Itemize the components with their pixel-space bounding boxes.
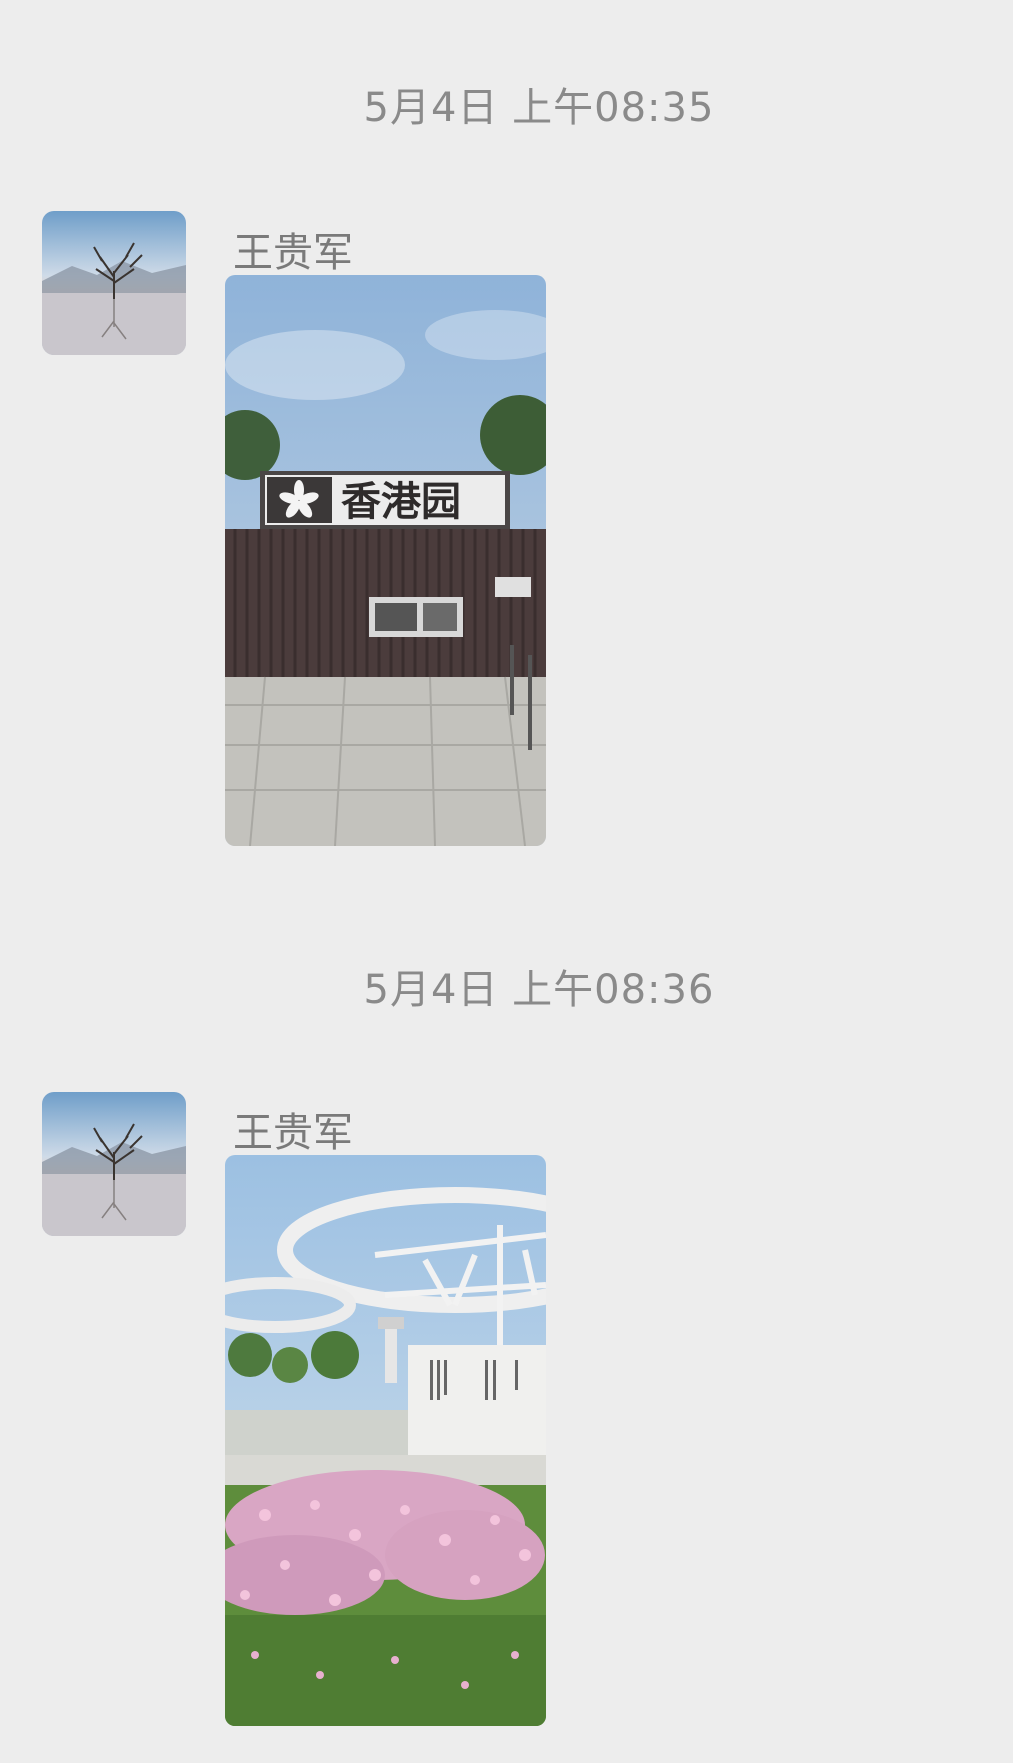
sign-text: 香港园	[341, 479, 461, 525]
sender-name: 王贵军	[233, 230, 353, 276]
timestamp-2: 5月4日 上午08:36	[363, 967, 715, 1013]
sender-name: 王贵军	[233, 1110, 353, 1156]
image-message[interactable]	[225, 1155, 546, 1726]
image-message[interactable]: 香港园	[225, 275, 546, 846]
avatar[interactable]	[42, 1092, 186, 1236]
avatar[interactable]	[42, 211, 186, 355]
timestamp-1: 5月4日 上午08:35	[363, 85, 715, 131]
